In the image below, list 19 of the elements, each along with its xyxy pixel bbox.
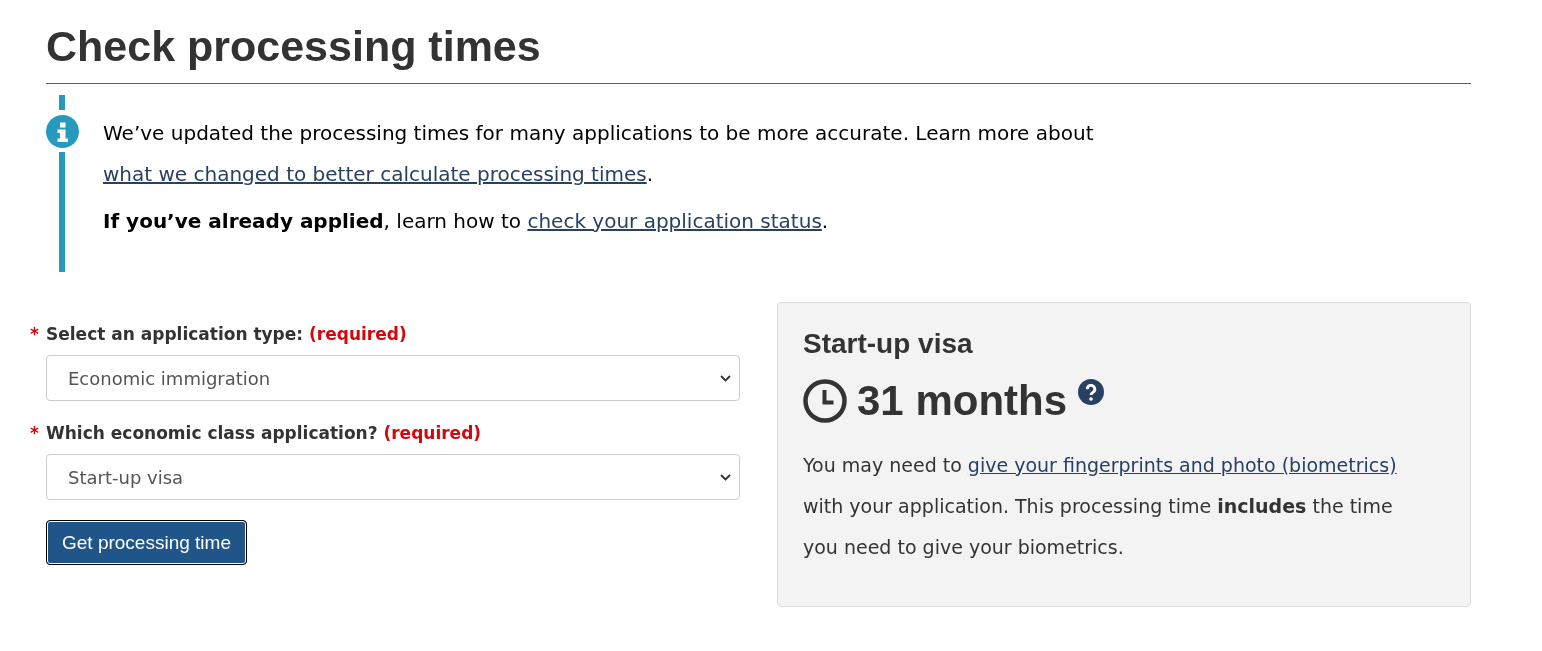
link[interactable]: what we changed to better calculate processing times <box>103 162 647 186</box>
notice-text: If you’ve already applied, learn how to check your application status. <box>103 208 830 235</box>
duration-text: 31 months <box>857 379 1068 423</box>
result-heading: Start-up visa <box>803 328 973 360</box>
field-label: * Select an application type: (required) <box>30 323 408 346</box>
dropdown[interactable]: Start-up visa <box>46 454 740 500</box>
page-title: Check processing times <box>46 22 541 71</box>
chevron-down-icon <box>720 473 731 481</box>
notice-text: We’ve updated the processing times for many applications to be more accurate. Learn more about what we changed to better calculate processing times. <box>103 120 1095 188</box>
result-text: You may need to give your fingerprints and photo (biometrics) with your application. This processing time includes the time you need to give your biometrics. <box>803 453 1398 560</box>
link[interactable]: give your fingerprints and photo (biometrics) <box>967 454 1397 476</box>
link[interactable]: check your application status <box>527 209 822 233</box>
field-label: * Which economic class application? (required) <box>30 422 483 445</box>
submit-button[interactable]: Get processing time <box>46 520 247 565</box>
chevron-down-icon <box>720 374 731 382</box>
clock-icon <box>803 379 847 423</box>
help-icon[interactable] <box>1078 379 1105 405</box>
info-icon <box>46 115 79 148</box>
dropdown[interactable]: Economic immigration <box>46 355 740 401</box>
